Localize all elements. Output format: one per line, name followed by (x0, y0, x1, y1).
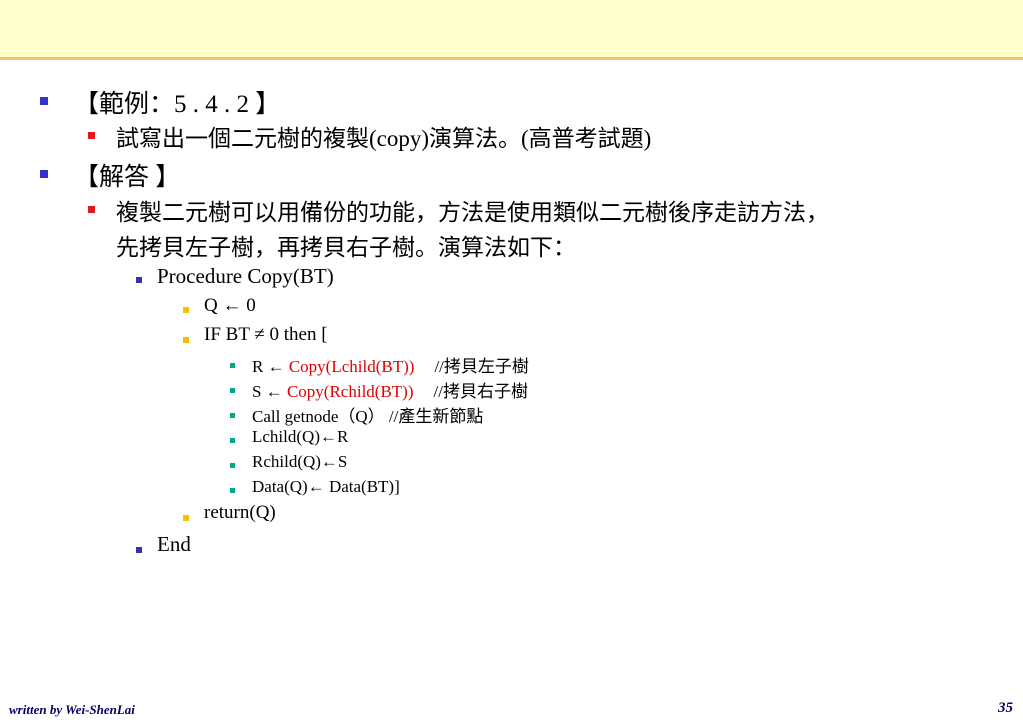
bullet-square (183, 307, 189, 313)
data-line: Data(Q)← Data(BT)] (252, 477, 400, 496)
r-comment: //拷貝左子樹 (434, 357, 529, 376)
bullet-square (88, 132, 95, 139)
bullet-square (136, 547, 142, 553)
bullet-square (230, 438, 235, 443)
end-line: End (157, 532, 191, 556)
footer-author: written by Wei-ShenLai (9, 702, 135, 717)
bullet-square (183, 515, 189, 521)
rchild-line: Rchild(Q)←S (252, 452, 348, 471)
getnode-line: Call getnode（Q） //產生新節點 (252, 407, 484, 426)
question-text: 試寫出一個二元樹的複製(copy)演算法。(高普考試題) (116, 126, 652, 151)
bullet-square (230, 463, 235, 468)
if-line: IF BT ≠ 0 then [ (204, 324, 328, 345)
page-number: 35 (998, 700, 1013, 716)
s-assign-line: S ← Copy(Rchild(BT)) //拷貝右子樹 (252, 377, 528, 402)
header-band (0, 0, 1023, 60)
answer-text-line1: 複製二元樹可以用備份的功能，方法是使用類似二元樹後序走訪方法， (116, 200, 829, 225)
s-call: Copy(Rchild(BT)) (286, 382, 414, 401)
s-prefix: S ← (252, 382, 287, 401)
example-heading: 【範例：5 . 4 . 2 】 (74, 91, 281, 118)
answer-text-line2: 先拷貝左子樹，再拷貝右子樹。演算法如下： (116, 235, 576, 260)
bullet-square (40, 170, 48, 178)
bullet-square (40, 97, 48, 105)
s-comment: //拷貝右子樹 (433, 382, 528, 401)
q-assign-line: Q ← 0 (204, 295, 256, 316)
r-assign-line: R ← Copy(Lchild(BT)) //拷貝左子樹 (252, 352, 529, 377)
lchild-line: Lchild(Q)←R (252, 427, 349, 446)
bullet-square (230, 363, 235, 368)
bullet-square (136, 277, 142, 283)
bullet-square (230, 388, 235, 393)
r-prefix: R ← (252, 357, 289, 376)
r-call: Copy(Lchild(BT)) (288, 357, 415, 376)
bullet-square (88, 206, 95, 213)
bullet-square (183, 337, 189, 343)
return-line: return(Q) (204, 502, 276, 523)
bullet-square (230, 413, 235, 418)
bullet-square (230, 488, 235, 493)
answer-heading: 【解答 】 (74, 164, 181, 191)
procedure-line: Procedure Copy(BT) (157, 264, 334, 288)
